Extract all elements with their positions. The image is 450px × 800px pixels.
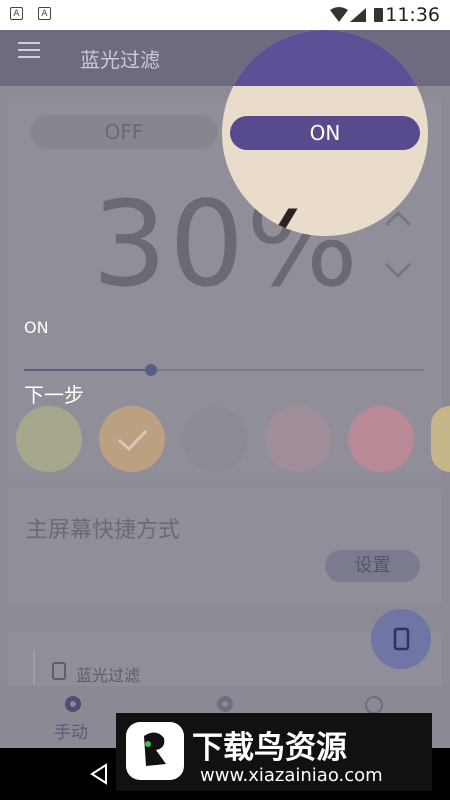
notification-a-icon: A [38,7,51,20]
phone-icon [52,662,66,680]
hamburger-menu-icon[interactable] [18,42,40,58]
status-time: 11:36 [385,4,440,26]
next-step-button[interactable]: 下一步 [24,379,84,408]
list-item-label: 蓝光过滤 [76,666,141,685]
watermark-url: www.xiazainiao.com [200,765,383,786]
color-swatch[interactable] [348,406,414,472]
shortcut-card [8,487,442,605]
intensity-slider-thumb[interactable] [145,364,157,376]
color-swatch[interactable] [431,406,450,472]
signal-icon [350,8,366,22]
checkmark-icon [117,429,148,452]
notification-a-icon: A [10,7,23,20]
color-swatch[interactable] [16,406,82,472]
intensity-slider-fill [24,369,150,371]
watermark-title: 下载鸟资源 [192,730,347,766]
list-divider [33,650,35,684]
nav-manual-label[interactable]: 手动 [54,718,88,743]
shortcut-settings-button[interactable]: 设置 [325,550,420,582]
chevron-down-icon[interactable] [383,260,413,280]
back-icon[interactable] [88,762,110,786]
bird-logo-icon [144,732,166,766]
watermark-logo [126,722,184,780]
app-title: 蓝光过滤 [80,48,160,72]
spotlight-percent-fragment: % [222,196,322,236]
off-toggle-button[interactable]: OFF [30,115,218,149]
spotlight-appbar [222,30,428,86]
color-swatch[interactable] [182,406,248,472]
shortcut-title: 主屏幕快捷方式 [26,518,181,543]
tutorial-state-label: ON [24,318,49,337]
phone-icon [393,627,410,651]
gear-icon[interactable] [61,692,85,716]
color-swatch[interactable] [99,406,165,472]
on-toggle-button[interactable]: ON [230,116,420,150]
wifi-icon [330,7,348,22]
shortcut-fab-button[interactable] [371,609,431,669]
battery-icon [374,8,383,22]
color-swatch[interactable] [265,406,331,472]
